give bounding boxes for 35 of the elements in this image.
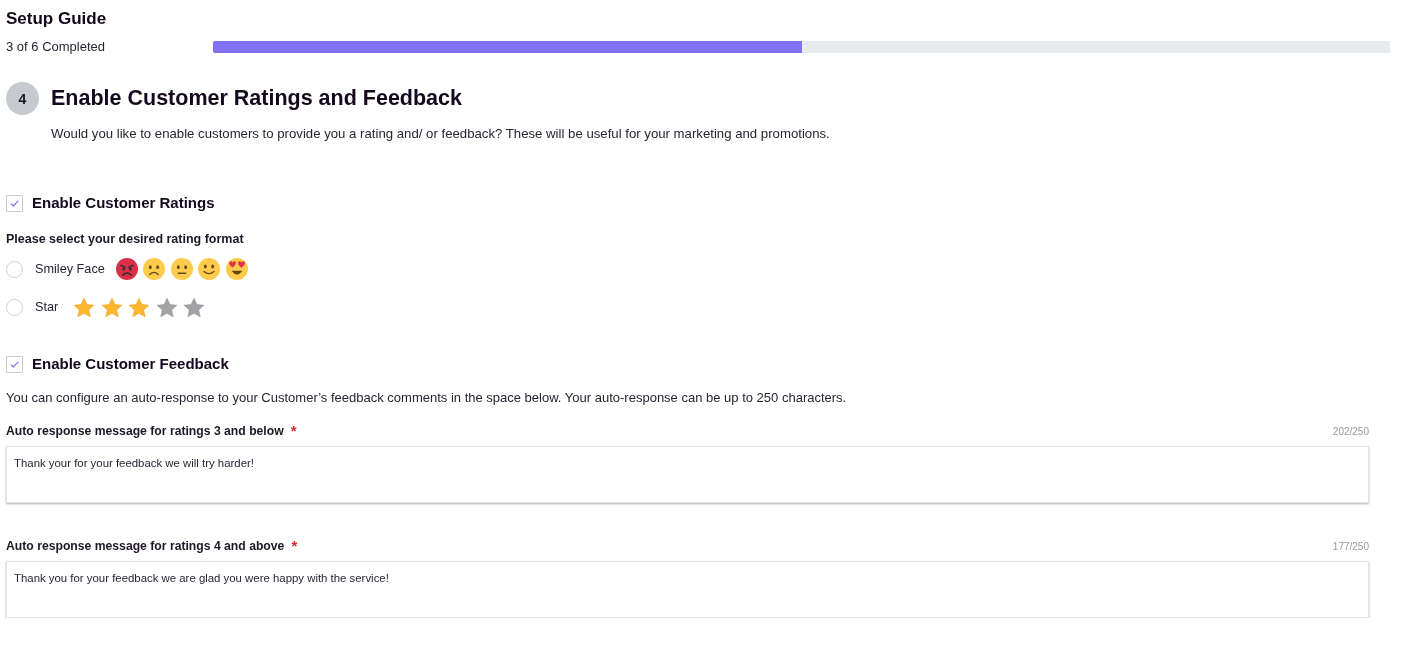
star-icon: [129, 297, 150, 317]
progress-text: 3 of 6 Completed: [6, 38, 106, 56]
response-textarea[interactable]: Thank your for your feedback we will try harder!: [6, 446, 1369, 503]
heart-eyes-face-icon: [225, 258, 248, 280]
required-mark: *: [290, 422, 297, 440]
neutral-face-icon: [170, 258, 193, 280]
radio-button[interactable]: [6, 260, 23, 278]
page-title: Setup Guide: [6, 8, 108, 30]
star-icon: [184, 297, 205, 317]
angry-face-icon: [115, 258, 138, 280]
step-description: Would you like to enable customers to provide you a rating and/ or feedback? These will be useful for your marketing and promotions.: [51, 125, 831, 143]
required-mark: *: [291, 537, 298, 555]
radio-label: Star: [35, 299, 59, 316]
checkbox-label: Enable Customer Ratings: [32, 193, 215, 213]
feedback-description: You can configure an auto-response to your Customer’s feedback comments in the space below. Your auto-response can be up to 250 characters.: [6, 389, 848, 407]
star-icon: [101, 297, 122, 317]
checkmark-icon: [10, 360, 19, 368]
checkbox[interactable]: [6, 194, 23, 212]
field-label: Auto response message for ratings 4 and above: [6, 538, 285, 555]
radio-button[interactable]: [6, 298, 23, 316]
smiling-face-icon: [198, 258, 221, 280]
checkmark-icon: [10, 199, 19, 207]
checkbox-label: Enable Customer Feedback: [32, 354, 229, 374]
field-label: Auto response message for ratings 3 and below: [6, 423, 284, 440]
star-icon: [74, 297, 95, 317]
rating-format-prompt: Please select your desired rating format: [6, 231, 245, 248]
step-title: Enable Customer Ratings and Feedback: [51, 85, 462, 112]
star-icon: [156, 297, 177, 317]
character-counter: 202/250: [1332, 425, 1369, 439]
step-number: 4: [6, 82, 39, 115]
frowning-face-icon: [143, 258, 166, 280]
response-textarea[interactable]: Thank you for your feedback we are glad you were happy with the service!: [6, 561, 1369, 618]
character-counter: 177/250: [1332, 540, 1369, 554]
radio-label: Smiley Face: [35, 261, 105, 278]
checkbox[interactable]: [6, 355, 23, 373]
